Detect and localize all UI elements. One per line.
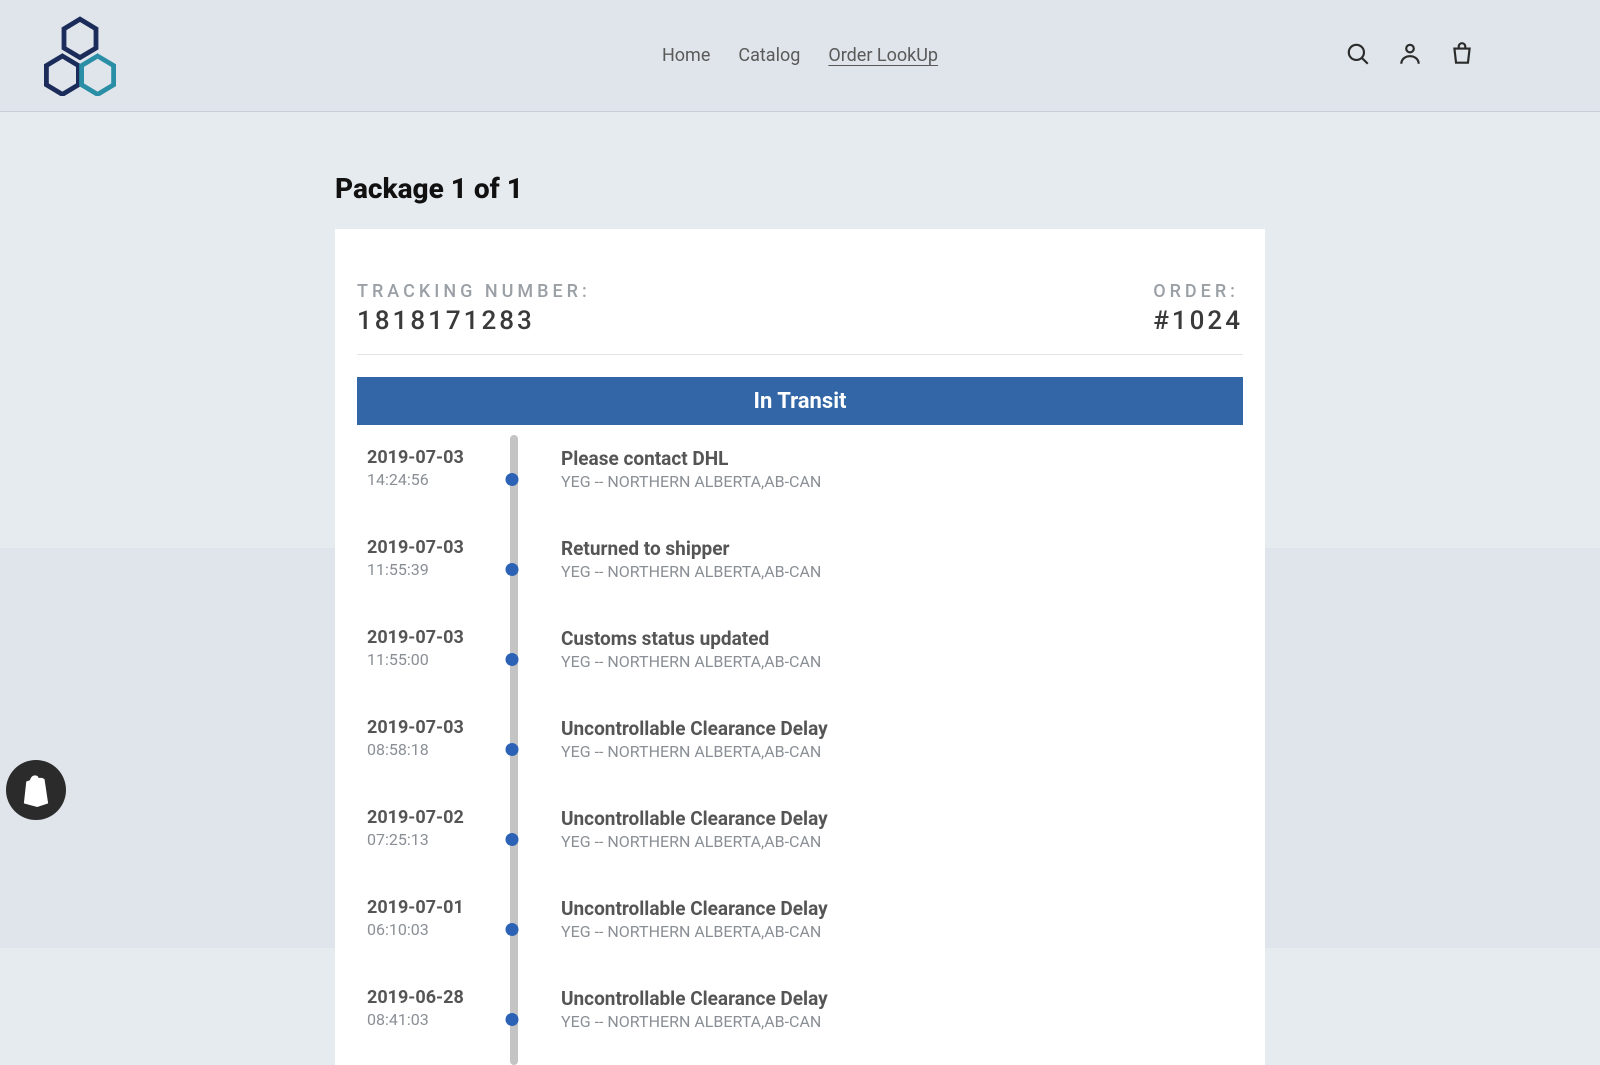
timeline-event: 2019-07-03 14:24:56 Please contact DHL Y… bbox=[367, 435, 1233, 525]
event-date-col: 2019-07-02 07:25:13 bbox=[367, 807, 487, 849]
event-date-col: 2019-07-03 11:55:39 bbox=[367, 537, 487, 579]
event-desc-col: Uncontrollable Clearance Delay YEG -- NO… bbox=[537, 717, 1233, 761]
event-date-col: 2019-07-03 14:24:56 bbox=[367, 447, 487, 489]
event-date: 2019-07-03 bbox=[367, 717, 487, 738]
event-dot-col bbox=[487, 627, 537, 677]
event-dot-icon bbox=[506, 473, 519, 486]
event-dot-col bbox=[487, 987, 537, 1037]
event-time: 06:10:03 bbox=[367, 920, 487, 939]
header-icon-group bbox=[1345, 41, 1560, 71]
account-icon[interactable] bbox=[1397, 41, 1423, 71]
event-title: Uncontrollable Clearance Delay bbox=[561, 987, 1233, 1010]
timeline-event: 2019-06-28 08:41:03 Uncontrollable Clear… bbox=[367, 975, 1233, 1065]
event-location: YEG -- NORTHERN ALBERTA,AB-CAN bbox=[561, 832, 1233, 851]
search-icon[interactable] bbox=[1345, 41, 1371, 71]
order-value: #1024 bbox=[1153, 306, 1243, 336]
hex-logo-icon bbox=[40, 16, 120, 96]
nav-order-lookup[interactable]: Order LookUp bbox=[828, 45, 938, 66]
timeline-event: 2019-07-03 11:55:00 Customs status updat… bbox=[367, 615, 1233, 705]
event-location: YEG -- NORTHERN ALBERTA,AB-CAN bbox=[561, 1012, 1233, 1031]
event-dot-icon bbox=[506, 653, 519, 666]
tracking-card: TRACKING NUMBER: 1818171283 ORDER: #1024… bbox=[335, 229, 1265, 1065]
event-desc-col: Please contact DHL YEG -- NORTHERN ALBER… bbox=[537, 447, 1233, 491]
event-title: Uncontrollable Clearance Delay bbox=[561, 717, 1233, 740]
event-dot-col bbox=[487, 897, 537, 947]
event-time: 11:55:00 bbox=[367, 650, 487, 669]
event-dot-col bbox=[487, 717, 537, 767]
card-top-row: TRACKING NUMBER: 1818171283 ORDER: #1024 bbox=[357, 281, 1243, 355]
event-date: 2019-07-03 bbox=[367, 537, 487, 558]
tracking-block: TRACKING NUMBER: 1818171283 bbox=[357, 281, 591, 336]
event-time: 08:41:03 bbox=[367, 1010, 487, 1029]
event-location: YEG -- NORTHERN ALBERTA,AB-CAN bbox=[561, 562, 1233, 581]
event-dot-col bbox=[487, 537, 537, 587]
shopify-badge[interactable] bbox=[6, 760, 66, 820]
cart-icon[interactable] bbox=[1449, 41, 1475, 71]
event-date: 2019-07-02 bbox=[367, 807, 487, 828]
timeline-event: 2019-07-01 06:10:03 Uncontrollable Clear… bbox=[367, 885, 1233, 975]
event-title: Returned to shipper bbox=[561, 537, 1233, 560]
tracking-timeline: 2019-07-03 14:24:56 Please contact DHL Y… bbox=[357, 435, 1243, 1065]
event-date: 2019-06-28 bbox=[367, 987, 487, 1008]
order-label: ORDER: bbox=[1153, 281, 1243, 302]
event-dot-icon bbox=[506, 833, 519, 846]
event-desc-col: Customs status updated YEG -- NORTHERN A… bbox=[537, 627, 1233, 671]
event-location: YEG -- NORTHERN ALBERTA,AB-CAN bbox=[561, 472, 1233, 491]
status-text: In Transit bbox=[754, 389, 847, 414]
event-date-col: 2019-07-01 06:10:03 bbox=[367, 897, 487, 939]
timeline-event: 2019-07-03 08:58:18 Uncontrollable Clear… bbox=[367, 705, 1233, 795]
event-dot-col bbox=[487, 807, 537, 857]
event-desc-col: Uncontrollable Clearance Delay YEG -- NO… bbox=[537, 987, 1233, 1031]
event-date: 2019-07-03 bbox=[367, 627, 487, 648]
event-date: 2019-07-03 bbox=[367, 447, 487, 468]
status-bar: In Transit bbox=[357, 377, 1243, 425]
tracking-value: 1818171283 bbox=[357, 306, 591, 336]
event-location: YEG -- NORTHERN ALBERTA,AB-CAN bbox=[561, 742, 1233, 761]
nav-catalog[interactable]: Catalog bbox=[738, 45, 800, 66]
main-content: Package 1 of 1 TRACKING NUMBER: 18181712… bbox=[335, 112, 1265, 1065]
event-date-col: 2019-07-03 11:55:00 bbox=[367, 627, 487, 669]
event-date-col: 2019-06-28 08:41:03 bbox=[367, 987, 487, 1029]
event-time: 11:55:39 bbox=[367, 560, 487, 579]
tracking-label: TRACKING NUMBER: bbox=[357, 281, 591, 302]
event-date: 2019-07-01 bbox=[367, 897, 487, 918]
event-desc-col: Returned to shipper YEG -- NORTHERN ALBE… bbox=[537, 537, 1233, 581]
event-time: 08:58:18 bbox=[367, 740, 487, 759]
site-header: Home Catalog Order LookUp bbox=[0, 0, 1600, 112]
event-desc-col: Uncontrollable Clearance Delay YEG -- NO… bbox=[537, 897, 1233, 941]
shopify-icon bbox=[21, 773, 51, 807]
event-time: 14:24:56 bbox=[367, 470, 487, 489]
event-dot-col bbox=[487, 447, 537, 497]
event-time: 07:25:13 bbox=[367, 830, 487, 849]
event-dot-icon bbox=[506, 563, 519, 576]
main-nav: Home Catalog Order LookUp bbox=[662, 45, 938, 66]
event-title: Uncontrollable Clearance Delay bbox=[561, 897, 1233, 920]
site-logo[interactable] bbox=[40, 16, 120, 96]
event-dot-icon bbox=[506, 923, 519, 936]
event-desc-col: Uncontrollable Clearance Delay YEG -- NO… bbox=[537, 807, 1233, 851]
event-title: Please contact DHL bbox=[561, 447, 1233, 470]
timeline-event: 2019-07-03 11:55:39 Returned to shipper … bbox=[367, 525, 1233, 615]
nav-home[interactable]: Home bbox=[662, 45, 710, 66]
order-block: ORDER: #1024 bbox=[1153, 281, 1243, 336]
event-dot-icon bbox=[506, 1013, 519, 1026]
timeline-event: 2019-07-02 07:25:13 Uncontrollable Clear… bbox=[367, 795, 1233, 885]
event-date-col: 2019-07-03 08:58:18 bbox=[367, 717, 487, 759]
event-title: Uncontrollable Clearance Delay bbox=[561, 807, 1233, 830]
package-title: Package 1 of 1 bbox=[335, 172, 1265, 205]
event-location: YEG -- NORTHERN ALBERTA,AB-CAN bbox=[561, 652, 1233, 671]
event-title: Customs status updated bbox=[561, 627, 1233, 650]
event-dot-icon bbox=[506, 743, 519, 756]
event-location: YEG -- NORTHERN ALBERTA,AB-CAN bbox=[561, 922, 1233, 941]
